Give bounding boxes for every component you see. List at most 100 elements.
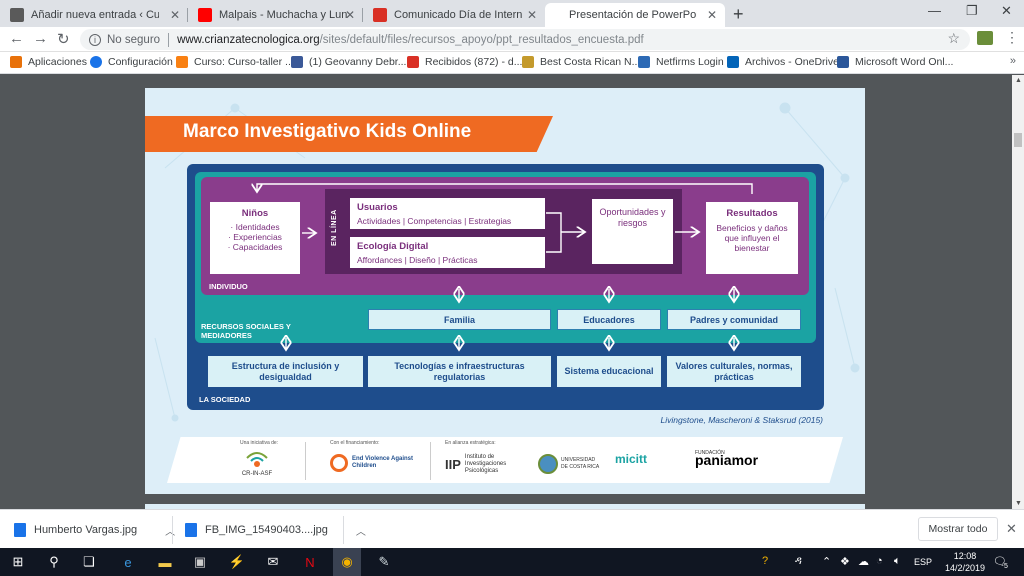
- file-explorer-icon[interactable]: ▬: [155, 552, 175, 572]
- edge-icon[interactable]: e: [118, 552, 138, 572]
- close-shelf-icon[interactable]: ✕: [1006, 521, 1017, 537]
- address-bar: ← → ↻ i No seguro www.crianzatecnologica…: [0, 27, 1024, 52]
- bookmark-icon: [522, 56, 534, 68]
- bookmark-label: Microsoft Word Onl...: [855, 56, 954, 68]
- tab-title: Malpais - Muchacha y Luna - You: [219, 9, 347, 21]
- gmail-icon: [373, 8, 387, 22]
- footer-caption: En alianza estratégica:: [445, 440, 496, 446]
- tab-powerpoint-active[interactable]: Presentación de PowerPoint ✕: [545, 3, 725, 27]
- mail-icon[interactable]: ✉: [263, 552, 283, 572]
- paint-icon[interactable]: ✎: [374, 552, 394, 572]
- bookmark-facebook[interactable]: (1) Geovanny Debr...: [291, 56, 406, 68]
- ucr-logo: UNIVERSIDAD DE COSTA RICA: [538, 454, 600, 474]
- chevron-up-icon[interactable]: ︿: [165, 523, 175, 538]
- scroll-up-icon[interactable]: ▲: [1015, 77, 1022, 84]
- resultados-title: Resultados: [726, 208, 778, 219]
- tab-bar: Añadir nueva entrada ‹ CulturaCR ✕ Malpa…: [0, 0, 1024, 27]
- vertical-scrollbar[interactable]: ▲ ▼: [1012, 75, 1024, 509]
- bookmark-netfirms[interactable]: Netfirms Login: [638, 56, 724, 68]
- sistema-box: Sistema educacional: [557, 356, 661, 387]
- bookmark-aplicaciones[interactable]: Aplicaciones: [10, 56, 87, 68]
- bookmark-gmail[interactable]: Recibidos (872) - d...: [407, 56, 522, 68]
- bookmark-curso[interactable]: Curso: Curso-taller ...: [176, 56, 294, 68]
- show-all-button[interactable]: Mostrar todo: [918, 517, 998, 541]
- download-item[interactable]: FB_IMG_15490403....jpg ︿: [185, 520, 366, 540]
- volume-icon[interactable]: 🔈︎: [894, 555, 901, 568]
- image-file-icon: [14, 523, 26, 537]
- footer-divider: [305, 442, 306, 480]
- onedrive-icon[interactable]: ☁: [858, 555, 869, 568]
- menu-kebab-icon[interactable]: ⋮: [1005, 29, 1019, 46]
- bookmark-label: Recibidos (872) - d...: [425, 56, 523, 68]
- divider: [172, 516, 173, 544]
- back-button[interactable]: ←: [9, 30, 24, 47]
- app-icon[interactable]: ⚡: [227, 552, 247, 572]
- bookmarks-bar: Aplicaciones Configuración Curso: Curso-…: [0, 52, 1024, 74]
- download-filename: Humberto Vargas.jpg: [34, 524, 138, 536]
- tab-cultura[interactable]: Añadir nueva entrada ‹ CulturaCR ✕: [0, 3, 188, 27]
- chevron-up-icon[interactable]: ︿: [356, 523, 366, 538]
- bookmark-label: Curso: Curso-taller ...: [194, 56, 294, 68]
- image-file-icon: [185, 523, 197, 537]
- bookmark-best-costa-rican[interactable]: Best Costa Rican N...: [522, 56, 640, 68]
- pdf-viewer[interactable]: Marco Investigativo Kids Online Niños · …: [0, 75, 1012, 509]
- netflix-icon[interactable]: N: [300, 552, 320, 572]
- close-tab-icon[interactable]: ✕: [527, 8, 537, 22]
- citation-text: Livingstone, Mascheroni & Staksrud (2015…: [660, 415, 823, 425]
- logo-text: paniamor: [695, 452, 759, 468]
- logo-text: Instituto de Investigaciones Psicológica…: [464, 454, 507, 474]
- restore-icon[interactable]: ❐: [966, 3, 978, 19]
- ninos-item: · Capacidades: [227, 242, 283, 252]
- tab-gmail[interactable]: Comunicado Día de Internet Seg ✕: [363, 3, 545, 27]
- oportunidades-box: Oportunidades y riesgos: [592, 199, 673, 264]
- bookmark-word[interactable]: Microsoft Word Onl...: [837, 56, 953, 68]
- people-icon[interactable]: ዳ: [795, 555, 802, 568]
- padres-box: Padres y comunidad: [667, 309, 801, 330]
- bookmark-star-icon[interactable]: ☆: [947, 30, 960, 47]
- close-tab-icon[interactable]: ✕: [707, 8, 717, 22]
- bookmarks-overflow-icon[interactable]: »: [1010, 55, 1016, 67]
- apps-grid-icon: [10, 56, 22, 68]
- ecologia-items: Affordances | Diseño | Prácticas: [357, 255, 478, 265]
- chevron-up-icon[interactable]: ⌃: [822, 555, 831, 568]
- search-icon[interactable]: ⚲: [44, 552, 64, 572]
- minimize-icon[interactable]: —: [928, 3, 941, 18]
- tab-youtube[interactable]: Malpais - Muchacha y Luna - You ✕: [188, 3, 363, 27]
- language-indicator[interactable]: ESP: [914, 557, 932, 567]
- netfirms-icon: [638, 56, 650, 68]
- network-icon[interactable]: ◔: [876, 555, 883, 567]
- url-field[interactable]: i No seguro www.crianzatecnologica.org /…: [80, 29, 970, 50]
- forward-button[interactable]: →: [33, 30, 48, 47]
- url-path: /sites/default/files/recursos_apoyo/ppt_…: [319, 33, 644, 46]
- resultados-box: Resultados Beneficios y daños que influy…: [706, 202, 798, 274]
- extension-icon[interactable]: [977, 31, 993, 45]
- bookmark-onedrive[interactable]: Archivos - OneDrive: [727, 56, 839, 68]
- gear-icon: [90, 56, 102, 68]
- close-tab-icon[interactable]: ✕: [345, 8, 355, 22]
- task-view-icon[interactable]: ❏: [79, 552, 99, 572]
- estructura-box: Estructura de inclusión y desigualdad: [208, 356, 363, 387]
- new-tab-button[interactable]: +: [733, 4, 744, 25]
- scroll-down-icon[interactable]: ▼: [1015, 500, 1022, 507]
- info-icon[interactable]: i: [89, 33, 101, 46]
- iip-logo: IIP Instituto de Investigaciones Psicoló…: [445, 454, 525, 475]
- close-tab-icon[interactable]: ✕: [170, 8, 180, 22]
- individuo-label: INDIVIDUO: [209, 282, 248, 291]
- windows-start-icon[interactable]: ⊞: [8, 552, 28, 572]
- slide-title: Marco Investigativo Kids Online: [183, 121, 472, 142]
- download-item[interactable]: Humberto Vargas.jpg ︿: [14, 520, 175, 540]
- download-filename: FB_IMG_15490403....jpg: [205, 524, 328, 536]
- help-icon[interactable]: ?: [762, 555, 768, 567]
- clock[interactable]: 12:08 14/2/2019: [944, 550, 986, 574]
- usuarios-items: Actividades | Competencias | Estrategias: [357, 216, 512, 226]
- close-window-icon[interactable]: ✕: [1001, 3, 1012, 19]
- store-icon[interactable]: ▣: [190, 552, 210, 572]
- scrollbar-thumb[interactable]: [1014, 133, 1022, 147]
- circle-logo-icon: [330, 454, 348, 472]
- bookmark-label: (1) Geovanny Debr...: [309, 56, 407, 68]
- reload-button[interactable]: ↻: [57, 30, 70, 48]
- bookmark-configuracion[interactable]: Configuración: [90, 56, 173, 68]
- dropbox-icon[interactable]: ❖: [840, 555, 850, 568]
- ninos-item: · Experiencias: [228, 232, 282, 242]
- chrome-icon[interactable]: ◉: [333, 548, 361, 576]
